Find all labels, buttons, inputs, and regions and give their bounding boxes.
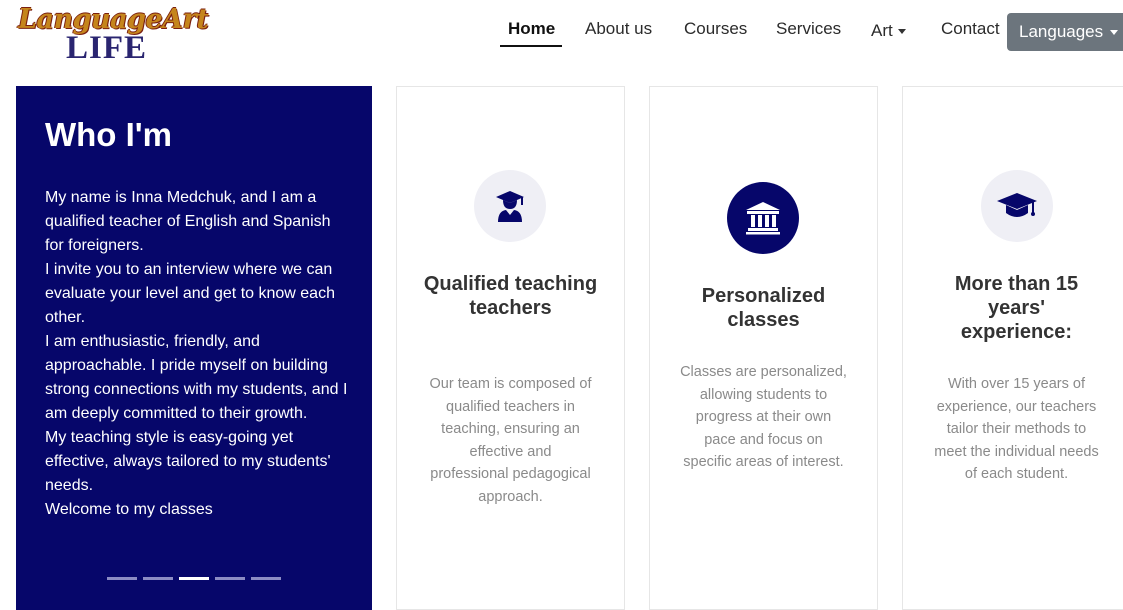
nav-services[interactable]: Services bbox=[776, 19, 841, 39]
slider-indicators bbox=[107, 577, 281, 580]
feature-card-personalized: Personalized classes Classes are persona… bbox=[649, 86, 878, 610]
card-title: Qualified teaching teachers bbox=[423, 273, 598, 319]
nav-about-us[interactable]: About us bbox=[585, 19, 652, 39]
feature-card-qualified: Qualified teaching teachers Our team is … bbox=[396, 86, 625, 610]
institution-icon bbox=[727, 182, 799, 254]
who-paragraph: My teaching style is easy-going yet effe… bbox=[45, 429, 331, 494]
card-title: Personalized classes bbox=[701, 285, 826, 331]
caret-down-icon bbox=[897, 29, 906, 35]
slide-indicator-1[interactable] bbox=[107, 577, 137, 580]
who-paragraph: I am enthusiastic, friendly, and approac… bbox=[45, 333, 348, 422]
graduate-icon bbox=[474, 170, 546, 242]
nav-active-indicator bbox=[500, 45, 562, 47]
who-paragraph: My name is Inna Medchuk, and I am a qual… bbox=[45, 189, 331, 254]
slide-indicator-2[interactable] bbox=[143, 577, 173, 580]
slide-indicator-4[interactable] bbox=[215, 577, 245, 580]
slide-indicator-5[interactable] bbox=[251, 577, 281, 580]
who-paragraph: I invite you to an interview where we ca… bbox=[45, 261, 335, 326]
main-nav: Home About us Courses Services Art Conta… bbox=[0, 0, 1123, 70]
graduation-cap-icon bbox=[981, 170, 1053, 242]
languages-dropdown-button[interactable]: Languages bbox=[1007, 13, 1123, 51]
card-text: Classes are personalized, allowing stude… bbox=[680, 364, 847, 470]
who-im-text: My name is Inna Medchuk, and I am a qual… bbox=[45, 186, 350, 522]
nav-courses[interactable]: Courses bbox=[684, 19, 747, 39]
nav-home[interactable]: Home bbox=[508, 19, 555, 39]
caret-down-icon bbox=[1110, 29, 1119, 35]
languages-label: Languages bbox=[1019, 22, 1104, 41]
card-title: More than 15 years' experience: bbox=[954, 273, 1079, 343]
nav-contact[interactable]: Contact bbox=[941, 19, 1000, 39]
who-paragraph: Welcome to my classes bbox=[45, 501, 213, 518]
feature-card-experience: More than 15 years' experience: With ove… bbox=[902, 86, 1123, 610]
who-im-title: Who I'm bbox=[45, 116, 172, 153]
who-im-panel: Who I'm My name is Inna Medchuk, and I a… bbox=[16, 86, 372, 610]
card-text: Our team is composed of qualified teache… bbox=[429, 376, 592, 505]
card-text: With over 15 years of experience, our te… bbox=[934, 376, 1099, 482]
nav-art-label: Art bbox=[871, 21, 893, 40]
nav-art-dropdown[interactable]: Art bbox=[871, 21, 906, 41]
slide-indicator-3[interactable] bbox=[179, 577, 209, 580]
